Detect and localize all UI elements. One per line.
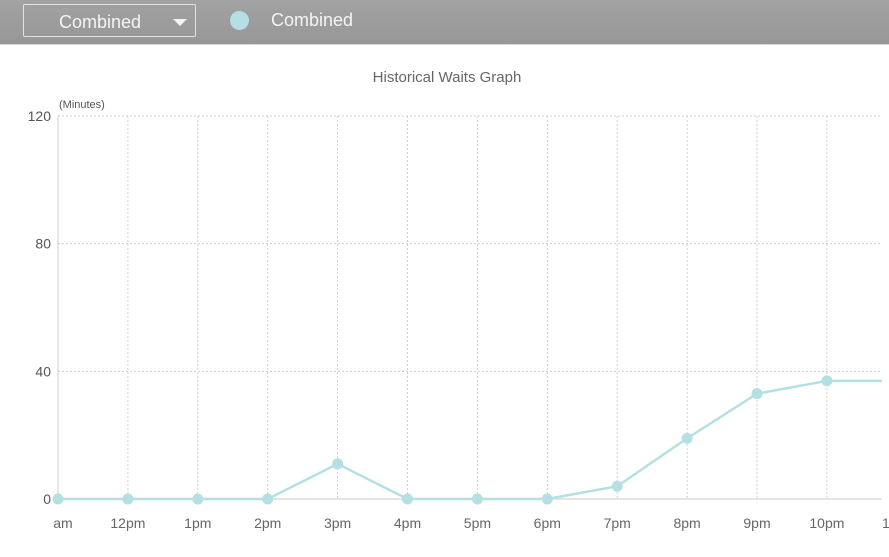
chart-title: Historical Waits Graph (373, 69, 522, 86)
data-point[interactable] (332, 458, 344, 470)
data-point[interactable] (192, 493, 204, 505)
data-point[interactable] (262, 493, 274, 505)
x-tick-label: 2pm (254, 515, 281, 531)
y-axis-unit-label: (Minutes) (59, 99, 105, 111)
x-tick-label: 5pm (464, 515, 491, 531)
data-point[interactable] (681, 432, 693, 444)
data-point[interactable] (471, 493, 483, 505)
data-point[interactable] (751, 388, 763, 400)
historical-waits-chart: Historical Waits Graph (Minutes) 0408012… (28, 69, 889, 531)
x-tick-label: 1 (882, 515, 889, 531)
y-tick-label: 40 (35, 363, 51, 379)
x-tick-label: 12pm (110, 515, 145, 531)
x-tick-label: 7pm (604, 515, 631, 531)
x-tick-label: 10pm (809, 515, 844, 531)
data-point[interactable] (821, 375, 833, 387)
data-point[interactable] (122, 493, 134, 505)
x-tick-label: 6pm (534, 515, 561, 531)
data-point[interactable] (52, 493, 64, 505)
x-tick-label: 8pm (673, 515, 700, 531)
x-tick-label: 3pm (324, 515, 351, 531)
x-tick-label: 1pm (184, 515, 211, 531)
x-tick-label: 9pm (743, 515, 770, 531)
y-tick-label: 0 (43, 491, 51, 507)
data-point[interactable] (611, 480, 623, 492)
data-point[interactable] (402, 493, 413, 505)
y-tick-label: 80 (35, 236, 51, 252)
x-tick-label: 4pm (394, 515, 421, 531)
x-tick-label: am (53, 515, 72, 531)
y-tick-label: 120 (28, 108, 52, 124)
data-point[interactable] (541, 493, 553, 505)
